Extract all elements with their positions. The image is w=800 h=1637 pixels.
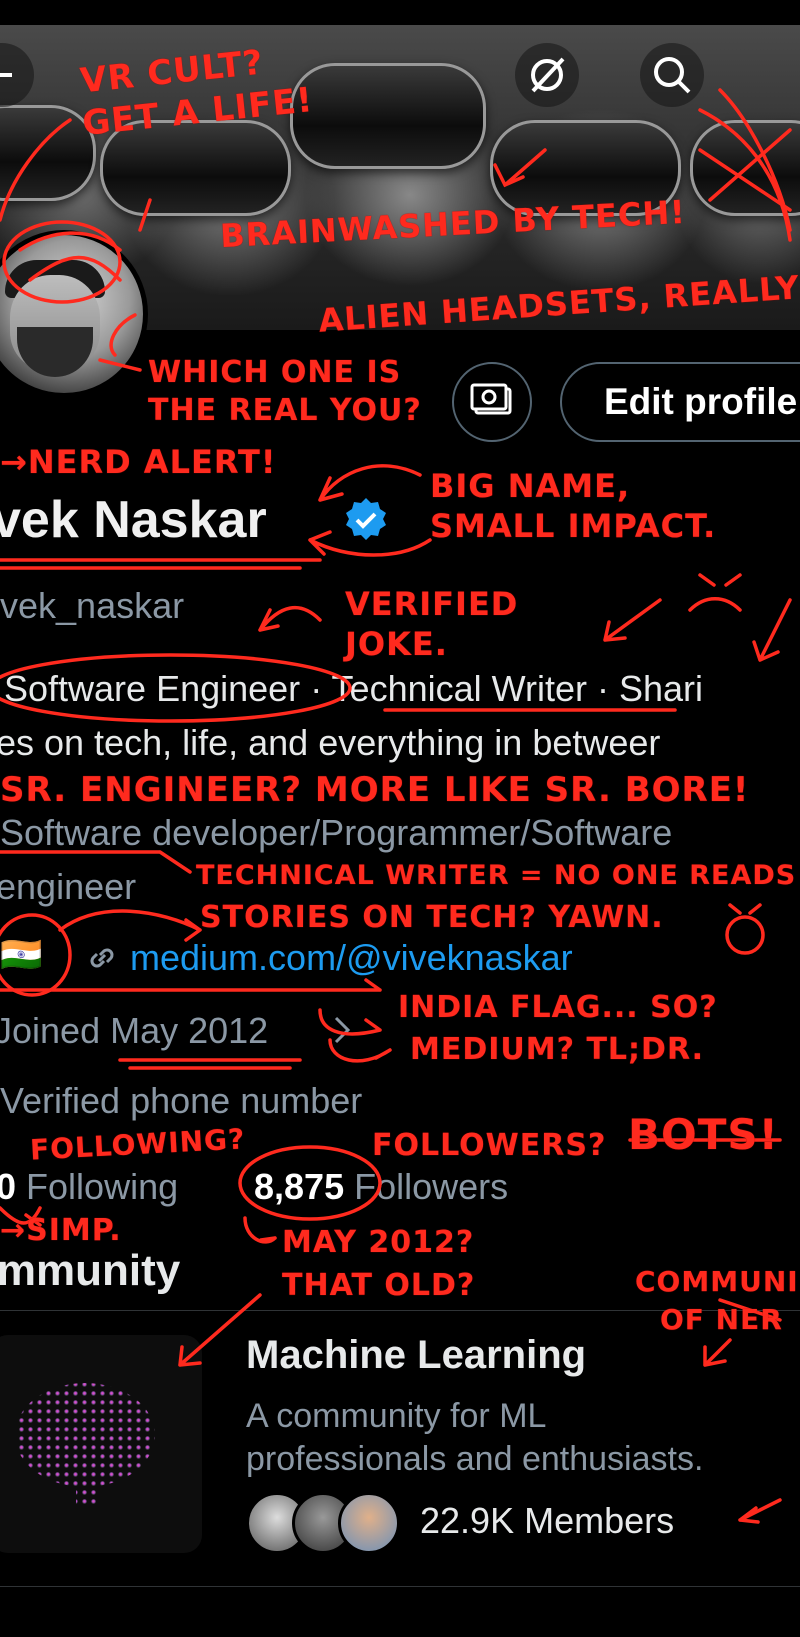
annotation: INDIA FLAG... SO? — [398, 990, 718, 1025]
annotation: JOKE. — [345, 625, 448, 663]
link-icon — [84, 940, 120, 981]
annotation: SMALL IMPACT. — [430, 507, 717, 545]
following-stat[interactable]: 0 Following — [0, 1166, 178, 1208]
annotation: STORIES ON TECH? YAWN. — [200, 900, 664, 935]
annotation: VERIFIED — [345, 585, 519, 623]
verified-phone: Verified phone number — [0, 1080, 363, 1121]
edit-profile-button[interactable]: Edit profile — [560, 362, 800, 442]
annotation: SR. ENGINEER? MORE LIKE SR. BORE! — [0, 770, 750, 810]
search-icon — [650, 53, 694, 97]
community-thumbnail — [0, 1335, 202, 1553]
bio-line-2: ries on tech, life, and everything in be… — [0, 722, 661, 763]
followers-count: 8,875 — [254, 1166, 345, 1207]
annotation: MEDIUM? TL;DR. — [410, 1032, 705, 1067]
profile-page: Edit profile vek Naskar ivek_naskar Soft… — [0, 0, 800, 1637]
back-arrow-icon — [0, 55, 22, 95]
annotation: FOLLOWERS? — [372, 1128, 607, 1163]
annotation: BIG NAME, — [430, 467, 631, 505]
search-button[interactable] — [640, 43, 704, 107]
annotation: WHICH ONE IS — [148, 355, 402, 390]
tip-button[interactable] — [452, 362, 532, 442]
annotation: THE REAL YOU? — [148, 393, 422, 428]
annotation: MAY 2012? — [282, 1225, 475, 1260]
annotation: →SIMP. — [0, 1213, 122, 1248]
grok-button[interactable] — [515, 43, 579, 107]
location-flag: 🇮🇳 — [0, 936, 43, 974]
following-count: 0 — [0, 1166, 17, 1207]
money-icon — [470, 383, 514, 422]
grok-icon — [525, 53, 569, 97]
joined-date: Joined May 2012 — [0, 1010, 269, 1051]
followers-label: Followers — [354, 1166, 509, 1207]
annotation: COMMUNI — [635, 1265, 799, 1298]
annotation: →NERD ALERT! — [0, 443, 277, 481]
category-line-1: Software developer/Programmer/Software — [0, 812, 673, 853]
annotation: OF NER — [660, 1303, 783, 1336]
community-desc-line-2: professionals and enthusiasts. — [246, 1440, 704, 1478]
following-label: Following — [26, 1166, 179, 1207]
display-name: vek Naskar — [0, 491, 267, 549]
profile-link[interactable]: medium.com/@viveknaskar — [130, 937, 573, 979]
handle: ivek_naskar — [0, 585, 185, 626]
annotation: FOLLOWING? — [29, 1122, 247, 1167]
bio-role-rest: · Technical Writer · Shari — [310, 668, 703, 709]
annotation: TECHNICAL WRITER = NO ONE READS — [196, 860, 797, 891]
community-section-title: ommunity — [0, 1246, 181, 1295]
bio-role: Software Engineer — [4, 668, 301, 709]
community-desc-line-1: A community for ML — [246, 1397, 547, 1435]
bio-line-1: Software Engineer · Technical Writer · S… — [4, 668, 703, 710]
category-line-2: engineer — [0, 866, 137, 907]
member-avatar — [338, 1492, 400, 1554]
annotation: THAT OLD? — [282, 1268, 476, 1303]
community-name[interactable]: Machine Learning — [246, 1333, 586, 1378]
followers-stat[interactable]: 8,875 Followers — [254, 1166, 508, 1208]
community-members: 22.9K Members — [420, 1500, 675, 1541]
annotation: BOTS! — [628, 1110, 779, 1159]
verified-badge-icon — [346, 498, 386, 540]
chevron-right-icon[interactable] — [330, 1012, 356, 1053]
